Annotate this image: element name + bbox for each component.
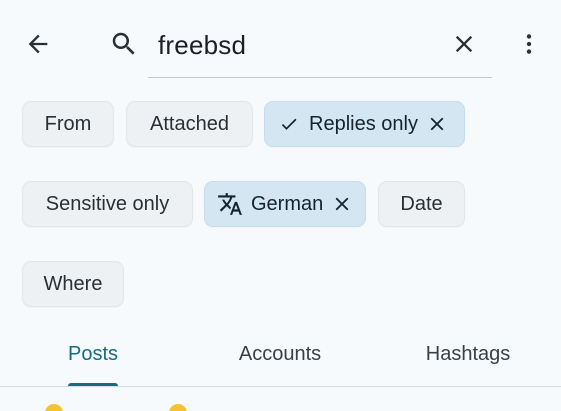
tab-label: Hashtags (425, 343, 511, 365)
emoji-icon (42, 402, 66, 411)
filter-chip-from[interactable]: From (22, 101, 114, 147)
clear-search-button[interactable] (442, 22, 486, 66)
chip-label: Date (400, 192, 443, 215)
tab-label: Accounts (238, 343, 322, 365)
filter-chip-where[interactable]: Where (22, 261, 124, 307)
search-icon-container (102, 22, 146, 66)
check-icon (279, 114, 299, 134)
tab-posts[interactable]: Posts (40, 333, 146, 387)
chip-label: German (251, 192, 324, 215)
more-vert-icon (526, 34, 532, 54)
search-field (148, 22, 492, 78)
search-icon (112, 32, 135, 55)
chip-label: Attached (150, 112, 229, 135)
filter-chip-german[interactable]: German (204, 181, 366, 227)
filter-chip-attached[interactable]: Attached (126, 101, 253, 147)
more-options-button[interactable] (512, 22, 546, 66)
search-screen: From Attached Replies only Sensitive onl… (0, 0, 561, 411)
search-input[interactable] (158, 28, 438, 62)
tab-accounts[interactable]: Accounts (210, 333, 350, 387)
arrow-back-icon (28, 34, 48, 54)
tab-label: Posts (67, 343, 119, 365)
results-tabs: Posts Accounts Hashtags (0, 333, 561, 387)
chip-remove-icon[interactable] (426, 113, 448, 135)
filter-chip-date[interactable]: Date (378, 181, 465, 227)
back-button[interactable] (14, 22, 62, 66)
filter-chip-sensitive-only[interactable]: Sensitive only (22, 181, 193, 227)
tab-hashtags[interactable]: Hashtags (398, 333, 538, 387)
chip-remove-icon[interactable] (331, 193, 353, 215)
chip-label: Sensitive only (45, 192, 170, 215)
tabs-divider (0, 386, 561, 387)
chip-label: Where (43, 272, 103, 295)
chip-label: Replies only (309, 112, 418, 135)
close-icon (455, 35, 473, 53)
chip-label: From (44, 112, 92, 135)
filter-chip-replies-only[interactable]: Replies only (264, 101, 465, 147)
translate-icon (217, 191, 243, 217)
emoji-icon (166, 402, 190, 411)
